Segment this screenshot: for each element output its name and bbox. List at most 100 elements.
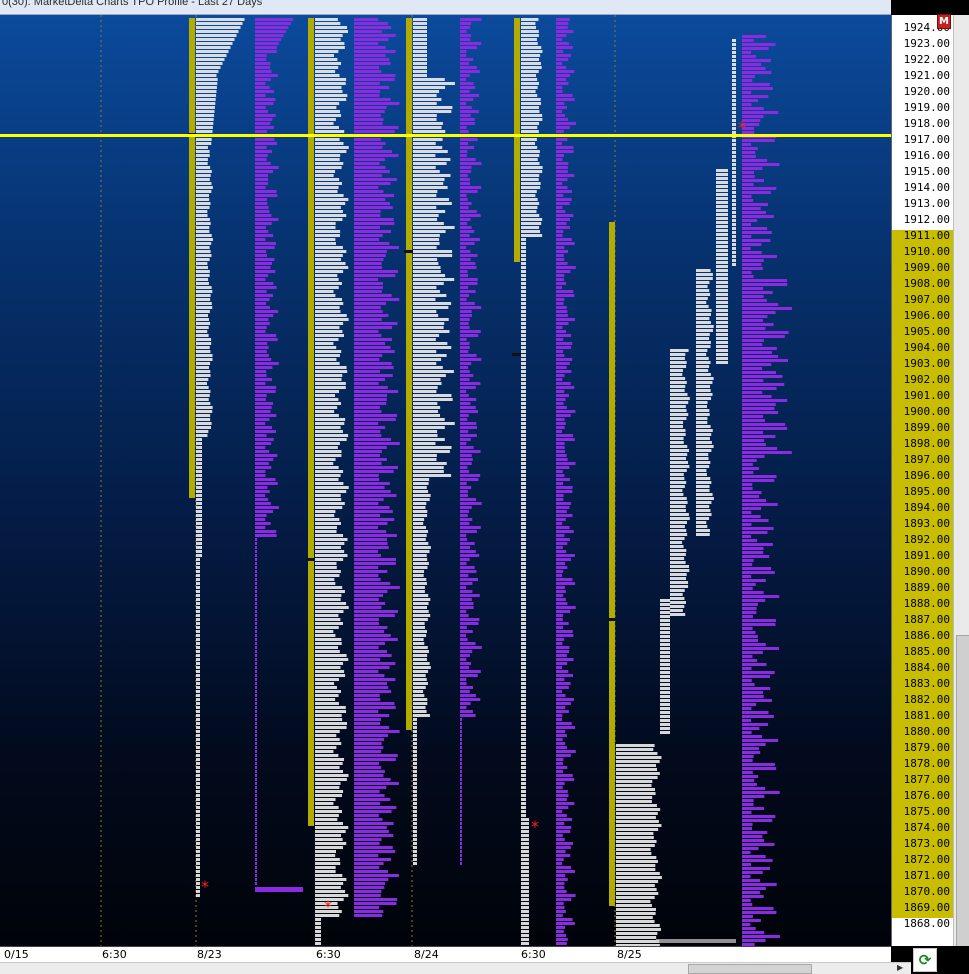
volume-histogram-row [742,699,773,702]
volume-histogram-row [460,18,482,21]
tpo-column [196,266,208,269]
volume-histogram-row [460,442,467,445]
tpo-column [413,86,446,89]
volume-histogram-row [354,38,389,41]
tpo-column [315,714,342,717]
volume-histogram-row [742,403,776,406]
volume-histogram-row [556,682,571,685]
chart-area[interactable]: * * * * [0,15,891,946]
volume-histogram-row [556,482,564,485]
tpo-column [732,227,736,230]
volume-histogram-row [354,98,391,101]
volume-histogram-row [742,819,773,822]
tpo-column [616,752,658,755]
tpo-column [413,746,417,749]
volume-histogram-row [742,107,764,110]
volume-histogram-row [460,318,470,321]
volume-histogram-row [742,171,755,174]
volume-histogram-row [742,51,751,54]
volume-histogram-row [460,434,477,437]
volume-histogram-row [460,818,462,821]
volume-histogram-row [556,438,575,441]
price-label: 1908.00 [892,278,954,294]
tpo-column [196,646,200,649]
volume-histogram-row [255,766,257,769]
vertical-scrollbar[interactable] [953,15,969,947]
tpo-column [196,334,209,337]
volume-histogram-row [460,666,470,669]
volume-histogram-row [255,18,294,21]
vertical-scroll-thumb[interactable] [956,635,969,947]
volume-histogram-row [354,542,388,545]
volume-histogram-row [255,782,257,785]
volume-histogram-row [354,798,391,801]
volume-histogram-row [742,931,765,934]
horizontal-scrollbar[interactable]: ▶ [0,962,911,974]
volume-histogram-row [255,658,257,661]
tpo-column [521,226,540,229]
tpo-column [315,802,334,805]
tpo-column [521,330,526,333]
tpo-column [315,926,321,929]
price-label: 1917.00 [903,133,950,146]
tpo-column [315,18,338,21]
tpo-column [315,738,340,741]
tpo-column [413,682,428,685]
volume-histogram-row [556,266,576,269]
scroll-right-arrow-icon[interactable]: ▶ [897,963,903,972]
refresh-icon[interactable]: ⟳ [913,948,937,972]
volume-histogram-row [556,426,565,429]
tpo-column [521,750,526,753]
tpo-column [521,54,541,57]
volume-histogram-row [556,570,564,573]
tpo-column [315,686,337,689]
tpo-column [315,582,336,585]
tpo-column [732,99,736,102]
volume-histogram-row [556,398,566,401]
tpo-column [413,630,427,633]
volume-histogram-row [556,854,571,857]
tpo-column [413,190,438,193]
tpo-column [196,362,211,365]
price-label: 1879.00 [892,742,954,758]
tpo-column [413,566,428,569]
marker-toggle-button[interactable]: M [937,14,951,29]
volume-histogram-row [556,486,573,489]
tpo-column [521,114,543,117]
volume-histogram-row [354,570,388,573]
tpo-column [315,398,339,401]
volume-histogram-row [354,902,397,905]
volume-histogram-row [354,42,379,45]
volume-histogram-row [742,307,792,310]
tpo-column [696,493,713,496]
tpo-column [196,614,200,617]
tpo-column [521,638,526,641]
tpo-column [196,454,202,457]
volume-histogram-row [460,482,467,485]
tpo-column [670,473,684,476]
volume-histogram-row [255,846,257,849]
tpo-column [196,574,200,577]
tpo-column [315,734,337,737]
price-axis[interactable]: 1924.00 1923.00 1922.00 1921.00 1920.00 1919.… [891,15,954,946]
volume-histogram-row [255,790,257,793]
tpo-column [521,690,526,693]
volume-histogram-row [460,598,472,601]
open-marker-icon: * [531,817,539,836]
tpo-column [413,282,444,285]
tpo-column [670,501,688,504]
tpo-column [315,214,347,217]
open-marker-icon: * [738,118,746,137]
volume-histogram-row [742,275,754,278]
volume-histogram-row [460,58,474,61]
volume-histogram-row [460,122,475,125]
time-axis[interactable]: 0/15 6:30 8/23 6:30 8/24 6:30 8/25 [0,946,891,963]
volume-histogram-row [354,202,391,205]
tpo-column [196,770,200,773]
volume-histogram-row [354,658,381,661]
tpo-column [521,198,538,201]
price-label: 1921.00 [903,69,950,82]
volume-histogram-row [460,490,468,493]
volume-histogram-row [460,366,469,369]
tpo-column [315,146,349,149]
